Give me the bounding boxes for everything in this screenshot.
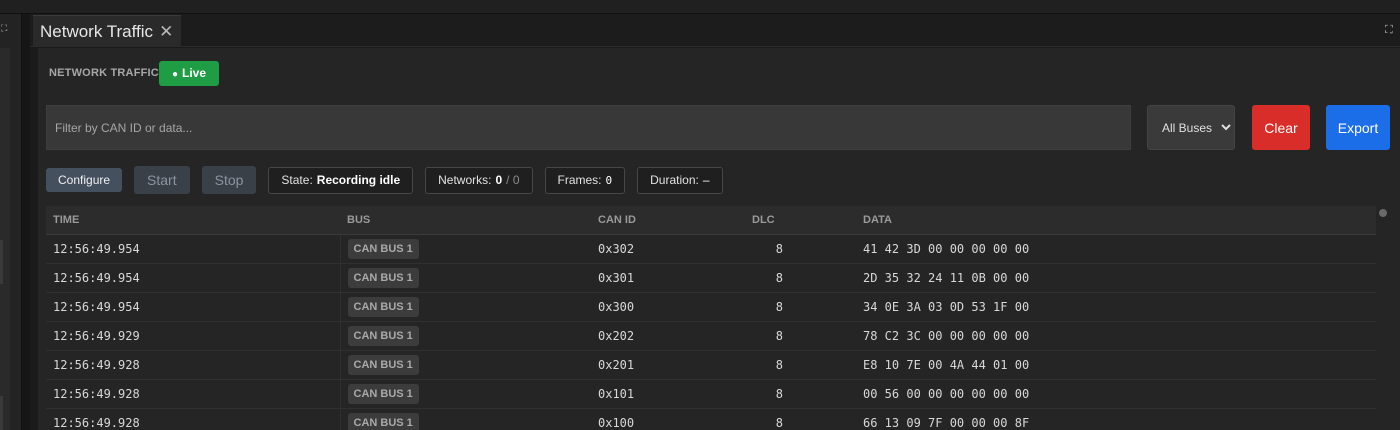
cell-data: 2D 35 32 24 11 0B 00 00 — [863, 270, 1030, 285]
bus-select[interactable]: All Buses — [1147, 105, 1235, 150]
network-traffic-panel: NETWORK TRAFFIC ●Live All Buses Clear Ex… — [38, 48, 1400, 430]
left-pane-expand-icon[interactable]: ⛶ — [1, 24, 11, 34]
table-row[interactable]: 12:56:49.954 CAN BUS 1 0x302 8 41 42 3D … — [46, 234, 1376, 263]
cell-can-id: 0x202 — [598, 328, 635, 343]
tab-title: Network Traffic — [40, 21, 154, 41]
cell-bus: CAN BUS 1 — [340, 350, 591, 379]
cell-bus: CAN BUS 1 — [340, 379, 591, 408]
stop-button[interactable]: Stop — [201, 166, 257, 194]
clear-button[interactable]: Clear — [1252, 105, 1310, 150]
frames-label: Frames: — [557, 173, 602, 187]
live-dot-icon: ● — [171, 68, 178, 80]
start-button[interactable]: Start — [134, 166, 190, 194]
filter-input[interactable] — [46, 105, 1131, 150]
bus-badge: CAN BUS 1 — [347, 412, 419, 430]
cell-can-id: 0x302 — [598, 241, 635, 256]
state-value: Recording idle — [316, 173, 401, 187]
networks-total: / 0 — [506, 173, 520, 187]
column-header-can-id[interactable]: CAN ID — [591, 206, 745, 235]
cell-can-id: 0x100 — [598, 415, 635, 430]
cell-bus: CAN BUS 1 — [340, 292, 591, 321]
column-header-dlc[interactable]: DLC — [745, 206, 856, 235]
maximize-icon[interactable]: ⛶ — [1385, 24, 1397, 36]
cell-can-id: 0x201 — [598, 357, 635, 372]
section-title: NETWORK TRAFFIC — [49, 67, 159, 79]
cell-data: 66 13 09 7F 00 00 00 8F — [863, 415, 1030, 430]
duration-stat: Duration: – — [637, 166, 723, 194]
cell-dlc: 8 — [775, 270, 783, 285]
pane-gutter[interactable] — [22, 14, 30, 430]
networks-stat: Networks: 0 / 0 — [425, 166, 533, 194]
cell-dlc: 8 — [775, 386, 783, 401]
cell-data: 78 C2 3C 00 00 00 00 00 — [863, 328, 1030, 343]
tab-bar: Network Traffic ✕ ⛶ — [30, 14, 1400, 47]
cell-dlc: 8 — [775, 357, 783, 372]
table-row[interactable]: 12:56:49.928 CAN BUS 1 0x101 8 00 56 00 … — [46, 379, 1376, 408]
state-label: State: — [281, 173, 313, 187]
cell-data: 41 42 3D 00 00 00 00 00 — [863, 241, 1030, 256]
cell-dlc: 8 — [775, 299, 783, 314]
column-header-bus[interactable]: BUS — [340, 206, 591, 235]
cell-time: 12:56:49.928 — [46, 350, 341, 379]
state-stat: State: Recording idle — [268, 166, 414, 194]
cell-time: 12:56:49.928 — [46, 408, 341, 430]
cell-data: 34 0E 3A 03 0D 53 1F 00 — [863, 299, 1030, 314]
cell-time: 12:56:49.954 — [46, 234, 341, 263]
table-row[interactable]: 12:56:49.928 CAN BUS 1 0x100 8 66 13 09 … — [46, 408, 1376, 430]
cell-time: 12:56:49.928 — [46, 379, 341, 408]
traffic-table-container[interactable]: TIME BUS CAN ID DLC DATA 12:56:49.954 CA… — [46, 206, 1376, 430]
live-label: Live — [181, 65, 206, 80]
cell-dlc: 8 — [775, 415, 783, 430]
column-header-time[interactable]: TIME — [46, 206, 340, 235]
top-strip — [0, 0, 1400, 14]
left-side-pane: ⛶ — [0, 14, 22, 430]
frames-stat: Frames: 0 — [544, 166, 626, 194]
tab-network-traffic[interactable]: Network Traffic ✕ — [33, 15, 182, 47]
cell-bus: CAN BUS 1 — [340, 234, 591, 263]
cell-time: 12:56:49.929 — [46, 321, 341, 350]
table-row[interactable]: 12:56:49.929 CAN BUS 1 0x202 8 78 C2 3C … — [46, 321, 1376, 350]
bus-badge: CAN BUS 1 — [347, 238, 419, 259]
cell-can-id: 0x101 — [598, 386, 635, 401]
networks-value: 0 — [495, 173, 503, 187]
cell-dlc: 8 — [775, 241, 783, 256]
close-icon[interactable]: ✕ — [159, 22, 173, 42]
bus-badge: CAN BUS 1 — [347, 383, 419, 404]
cell-can-id: 0x300 — [598, 299, 635, 314]
cell-data: E8 10 7E 00 4A 44 01 00 — [863, 357, 1030, 372]
bus-badge: CAN BUS 1 — [347, 296, 419, 317]
duration-label: Duration: — [650, 173, 699, 187]
left-pane-marker — [0, 240, 3, 284]
duration-value: – — [702, 173, 710, 187]
cell-time: 12:56:49.954 — [46, 292, 341, 321]
cell-bus: CAN BUS 1 — [340, 263, 591, 292]
recording-controls: Configure Start Stop State: Recording id… — [46, 166, 723, 194]
cell-can-id: 0x301 — [598, 270, 635, 285]
live-status-badge: ● Live — [158, 60, 219, 86]
cell-dlc: 8 — [775, 328, 783, 343]
bus-badge: CAN BUS 1 — [347, 354, 419, 375]
cell-bus: CAN BUS 1 — [340, 408, 591, 430]
traffic-table: TIME BUS CAN ID DLC DATA 12:56:49.954 CA… — [46, 206, 1376, 430]
bus-badge: CAN BUS 1 — [347, 325, 419, 346]
cell-time: 12:56:49.954 — [46, 263, 341, 292]
cell-data: 00 56 00 00 00 00 00 00 — [863, 386, 1030, 401]
table-header-row: TIME BUS CAN ID DLC DATA — [46, 206, 1376, 235]
configure-button[interactable]: Configure — [46, 168, 123, 192]
bus-badge: CAN BUS 1 — [347, 267, 419, 288]
table-row[interactable]: 12:56:49.954 CAN BUS 1 0x300 8 34 0E 3A … — [46, 292, 1376, 321]
table-row[interactable]: 12:56:49.954 CAN BUS 1 0x301 8 2D 35 32 … — [46, 263, 1376, 292]
table-row[interactable]: 12:56:49.928 CAN BUS 1 0x201 8 E8 10 7E … — [46, 350, 1376, 379]
left-pane-marker — [0, 396, 3, 430]
scrollbar-thumb[interactable] — [1379, 209, 1387, 217]
cell-bus: CAN BUS 1 — [340, 321, 591, 350]
export-button[interactable]: Export — [1326, 105, 1390, 150]
frames-value: 0 — [605, 173, 613, 187]
panel-header: NETWORK TRAFFIC ● Live — [49, 60, 219, 86]
column-header-data[interactable]: DATA — [856, 206, 1376, 235]
networks-label: Networks: — [438, 173, 492, 187]
left-pane-inner — [0, 48, 10, 430]
